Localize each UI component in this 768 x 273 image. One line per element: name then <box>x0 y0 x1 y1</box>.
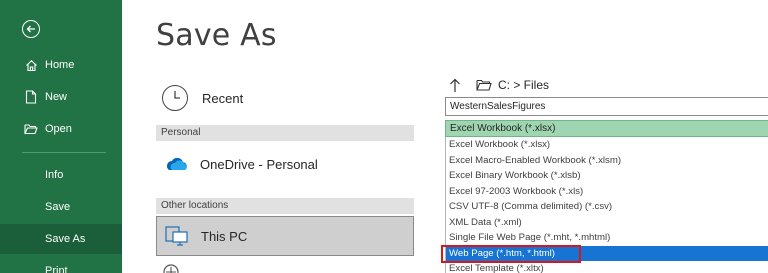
nav-info[interactable]: Info <box>0 160 122 190</box>
file-type-option[interactable]: CSV UTF-8 (Comma delimited) (*.csv) <box>446 199 768 215</box>
onedrive-cloud-icon <box>162 156 188 172</box>
location-recent-label: Recent <box>202 90 244 106</box>
file-type-option[interactable]: Excel 97-2003 Workbook (*.xls) <box>446 184 768 200</box>
home-icon <box>24 58 38 72</box>
section-header-personal: Personal <box>156 125 414 141</box>
file-type-option[interactable]: XML Data (*.xml) <box>446 215 768 231</box>
new-document-icon <box>24 90 38 104</box>
file-type-list: Excel Workbook (*.xlsx) Excel Macro-Enab… <box>445 137 768 273</box>
file-type-option[interactable]: Excel Macro-Enabled Workbook (*.xlsm) <box>446 153 768 169</box>
computer-icon <box>165 225 189 247</box>
folder-icon <box>476 79 492 91</box>
nav-save[interactable]: Save <box>0 192 122 222</box>
location-onedrive[interactable]: OneDrive - Personal <box>156 146 414 182</box>
nav-new-label: New <box>45 91 68 103</box>
file-type-option[interactable]: Excel Template (*.xltx) <box>446 261 768 273</box>
add-place-icon[interactable] <box>160 262 182 273</box>
nav-home[interactable]: Home <box>0 50 122 80</box>
location-this-pc[interactable]: This PC <box>156 216 414 256</box>
file-type-dropdown[interactable]: Excel Workbook (*.xlsx) <box>445 120 768 137</box>
nav-home-label: Home <box>45 59 75 71</box>
nav-save-label: Save <box>45 201 71 213</box>
filename-input[interactable] <box>445 97 768 116</box>
location-this-pc-label: This PC <box>201 228 248 244</box>
backstage-nav: Home New Open Info Save Save As Print <box>0 0 122 273</box>
nav-save-as-label: Save As <box>45 233 86 245</box>
location-recent[interactable]: Recent <box>156 80 414 116</box>
current-path[interactable]: C: > Files <box>498 78 549 92</box>
location-onedrive-label: OneDrive - Personal <box>200 156 318 172</box>
path-bar: C: > Files <box>448 75 549 95</box>
nav-open[interactable]: Open <box>0 114 122 144</box>
up-arrow-icon[interactable] <box>448 77 462 93</box>
file-type-option[interactable]: Excel Workbook (*.xlsx) <box>446 137 768 153</box>
open-folder-icon <box>24 122 38 136</box>
file-type-option-web-page[interactable]: Web Page (*.htm, *.html) <box>446 245 768 261</box>
nav-open-label: Open <box>45 123 72 135</box>
nav-info-label: Info <box>45 169 64 181</box>
nav-print-label: Print <box>45 265 68 273</box>
nav-print[interactable]: Print <box>0 256 122 273</box>
section-header-other: Other locations <box>156 198 414 214</box>
back-arrow-icon[interactable] <box>22 20 40 38</box>
page-title: Save As <box>156 18 277 53</box>
nav-new[interactable]: New <box>0 82 122 112</box>
nav-divider <box>22 152 106 153</box>
file-type-option[interactable]: Excel Binary Workbook (*.xlsb) <box>446 168 768 184</box>
clock-icon <box>162 85 188 111</box>
file-type-option[interactable]: Single File Web Page (*.mht, *.mhtml) <box>446 230 768 246</box>
nav-save-as[interactable]: Save As <box>0 224 122 254</box>
